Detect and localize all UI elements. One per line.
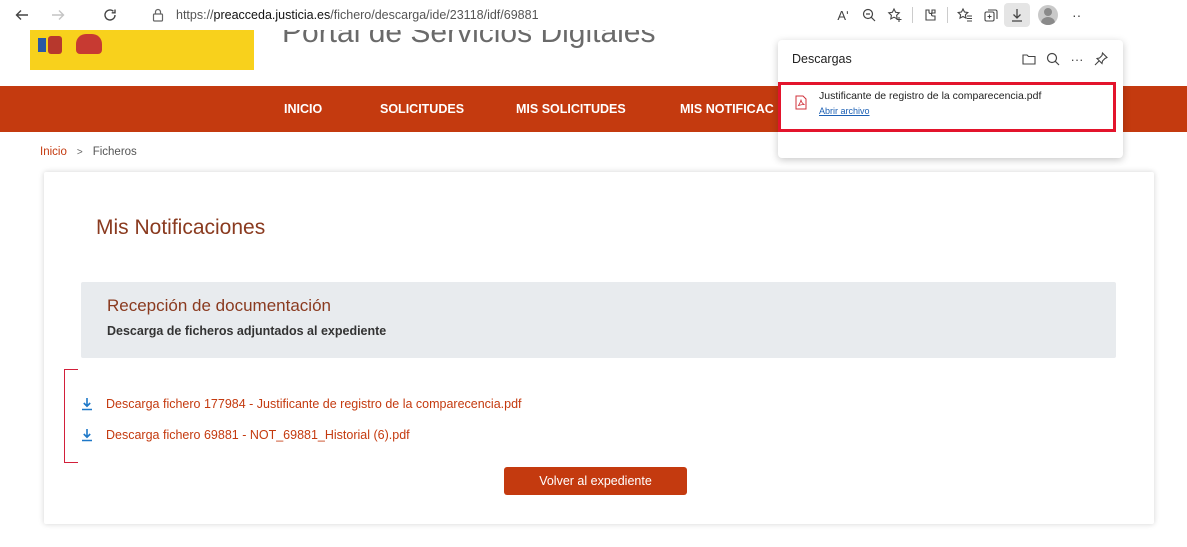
open-folder-icon[interactable] bbox=[1017, 48, 1041, 70]
back-arrow-icon[interactable] bbox=[8, 0, 36, 30]
pdf-file-icon bbox=[795, 95, 807, 110]
read-aloud-icon[interactable]: Aʹ bbox=[830, 0, 856, 30]
downloads-panel: Descargas ··· Justificante de registro d… bbox=[778, 40, 1123, 158]
refresh-icon[interactable] bbox=[96, 0, 124, 30]
pin-icon[interactable] bbox=[1089, 48, 1113, 70]
url-path: /fichero/descarga/ide/23118/idf/69881 bbox=[330, 8, 539, 22]
open-file-link[interactable]: Abrir archivo bbox=[819, 106, 870, 116]
toolbar-icons: Aʹ ·· bbox=[830, 0, 1081, 30]
breadcrumb-separator: > bbox=[76, 146, 83, 158]
add-favorite-icon[interactable] bbox=[882, 0, 908, 30]
breadcrumb: Inicio > Ficheros bbox=[40, 146, 137, 158]
profile-avatar[interactable] bbox=[1038, 5, 1058, 25]
section-title: Recepción de documentación bbox=[107, 296, 331, 315]
download-list: Descarga fichero 177984 - Justificante d… bbox=[80, 394, 522, 456]
downloaded-file-item[interactable]: Justificante de registro de la comparece… bbox=[778, 82, 1116, 132]
more-menu-icon[interactable]: ·· bbox=[1072, 7, 1081, 23]
breadcrumb-current: Ficheros bbox=[92, 146, 137, 158]
url-prefix: https:// bbox=[176, 8, 214, 22]
flag-crest-icon bbox=[38, 34, 64, 56]
search-icon[interactable] bbox=[1041, 48, 1065, 70]
portal-title: Portal de Servicios Digitales bbox=[282, 30, 656, 49]
zoom-icon[interactable] bbox=[856, 0, 882, 30]
back-to-file-button[interactable]: Volver al expediente bbox=[504, 467, 687, 495]
download-link-69881[interactable]: Descarga fichero 69881 - NOT_69881_Histo… bbox=[80, 425, 522, 445]
download-icon bbox=[82, 398, 92, 411]
lock-icon bbox=[152, 8, 164, 22]
coat-of-arms-icon bbox=[76, 34, 102, 54]
toolbar-separator bbox=[947, 7, 948, 23]
nav-item-solicitudes[interactable]: SOLICITUDES bbox=[380, 86, 464, 132]
downloads-panel-title: Descargas bbox=[792, 52, 852, 66]
nav-item-mis-notificaciones[interactable]: MIS NOTIFICAC bbox=[680, 86, 774, 132]
forward-arrow-icon[interactable] bbox=[44, 0, 72, 30]
url-host: preacceda.justicia.es bbox=[213, 8, 331, 22]
download-link-177984[interactable]: Descarga fichero 177984 - Justificante d… bbox=[80, 394, 522, 414]
government-logo[interactable] bbox=[30, 30, 254, 70]
address-bar[interactable]: https://preacceda.justicia.es/fichero/de… bbox=[150, 5, 840, 25]
section-header-box: Recepción de documentación Descarga de f… bbox=[81, 282, 1116, 358]
extensions-icon[interactable] bbox=[917, 0, 943, 30]
nav-item-mis-solicitudes[interactable]: MIS SOLICITUDES bbox=[516, 86, 626, 132]
downloads-panel-actions: ··· bbox=[1017, 48, 1113, 70]
downloads-icon[interactable] bbox=[1004, 3, 1030, 27]
download-icon bbox=[82, 429, 92, 442]
download-link-label: Descarga fichero 177984 - Justificante d… bbox=[106, 397, 522, 411]
downloaded-file-name: Justificante de registro de la comparece… bbox=[819, 90, 1042, 102]
section-subtitle: Descarga de ficheros adjuntados al exped… bbox=[107, 324, 387, 338]
browser-toolbar: https://preacceda.justicia.es/fichero/de… bbox=[0, 0, 1187, 30]
highlight-bracket bbox=[64, 369, 78, 463]
content-card: Mis Notificaciones Recepción de document… bbox=[44, 172, 1154, 524]
more-options-icon[interactable]: ··· bbox=[1065, 48, 1089, 70]
toolbar-separator bbox=[912, 7, 913, 23]
collections-icon[interactable] bbox=[978, 0, 1004, 30]
nav-item-inicio[interactable]: INICIO bbox=[284, 86, 322, 132]
download-link-label: Descarga fichero 69881 - NOT_69881_Histo… bbox=[106, 428, 410, 442]
page-title: Mis Notificaciones bbox=[96, 216, 266, 239]
breadcrumb-home-link[interactable]: Inicio bbox=[40, 146, 67, 158]
favorites-icon[interactable] bbox=[952, 0, 978, 30]
